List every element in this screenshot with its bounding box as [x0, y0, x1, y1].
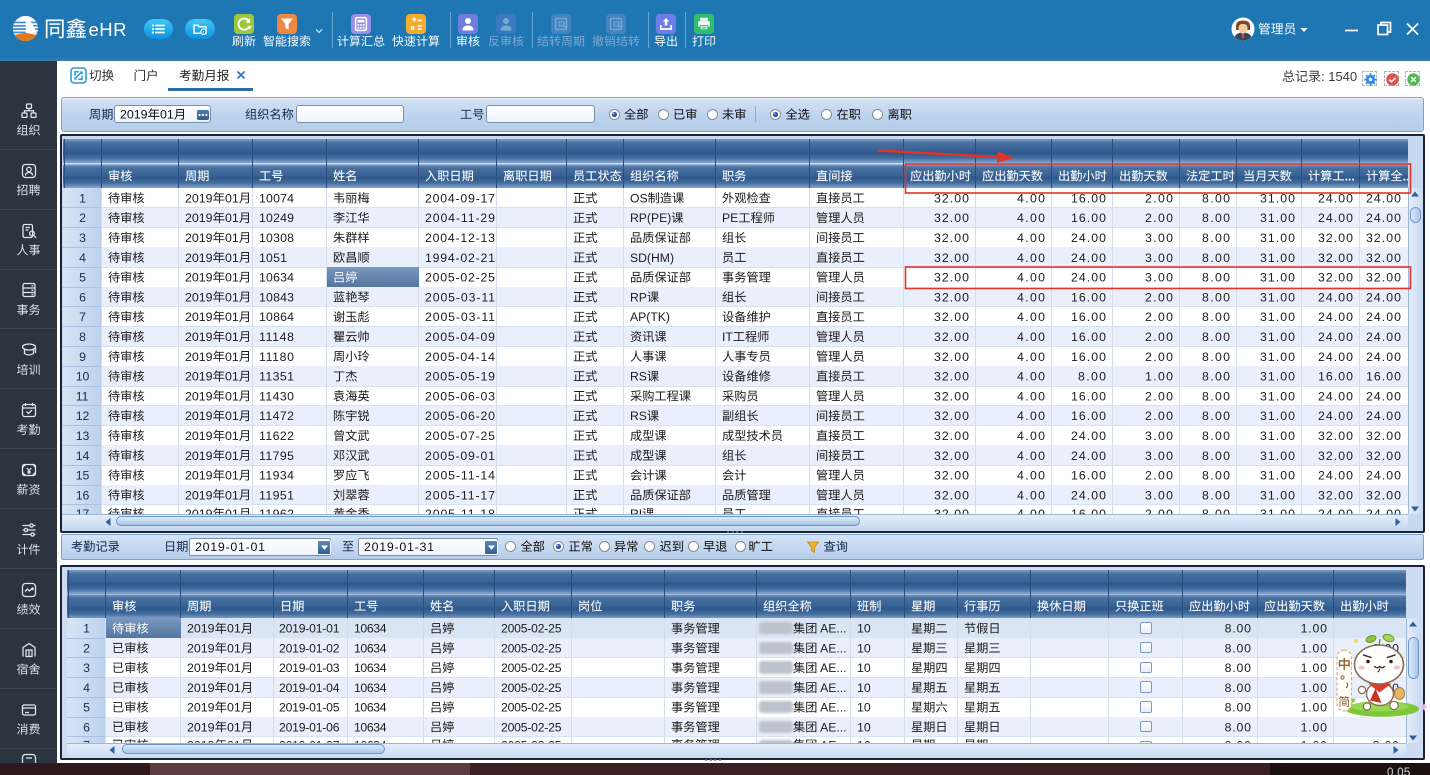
svg-text:: 1540: : 1540	[1321, 69, 1357, 84]
